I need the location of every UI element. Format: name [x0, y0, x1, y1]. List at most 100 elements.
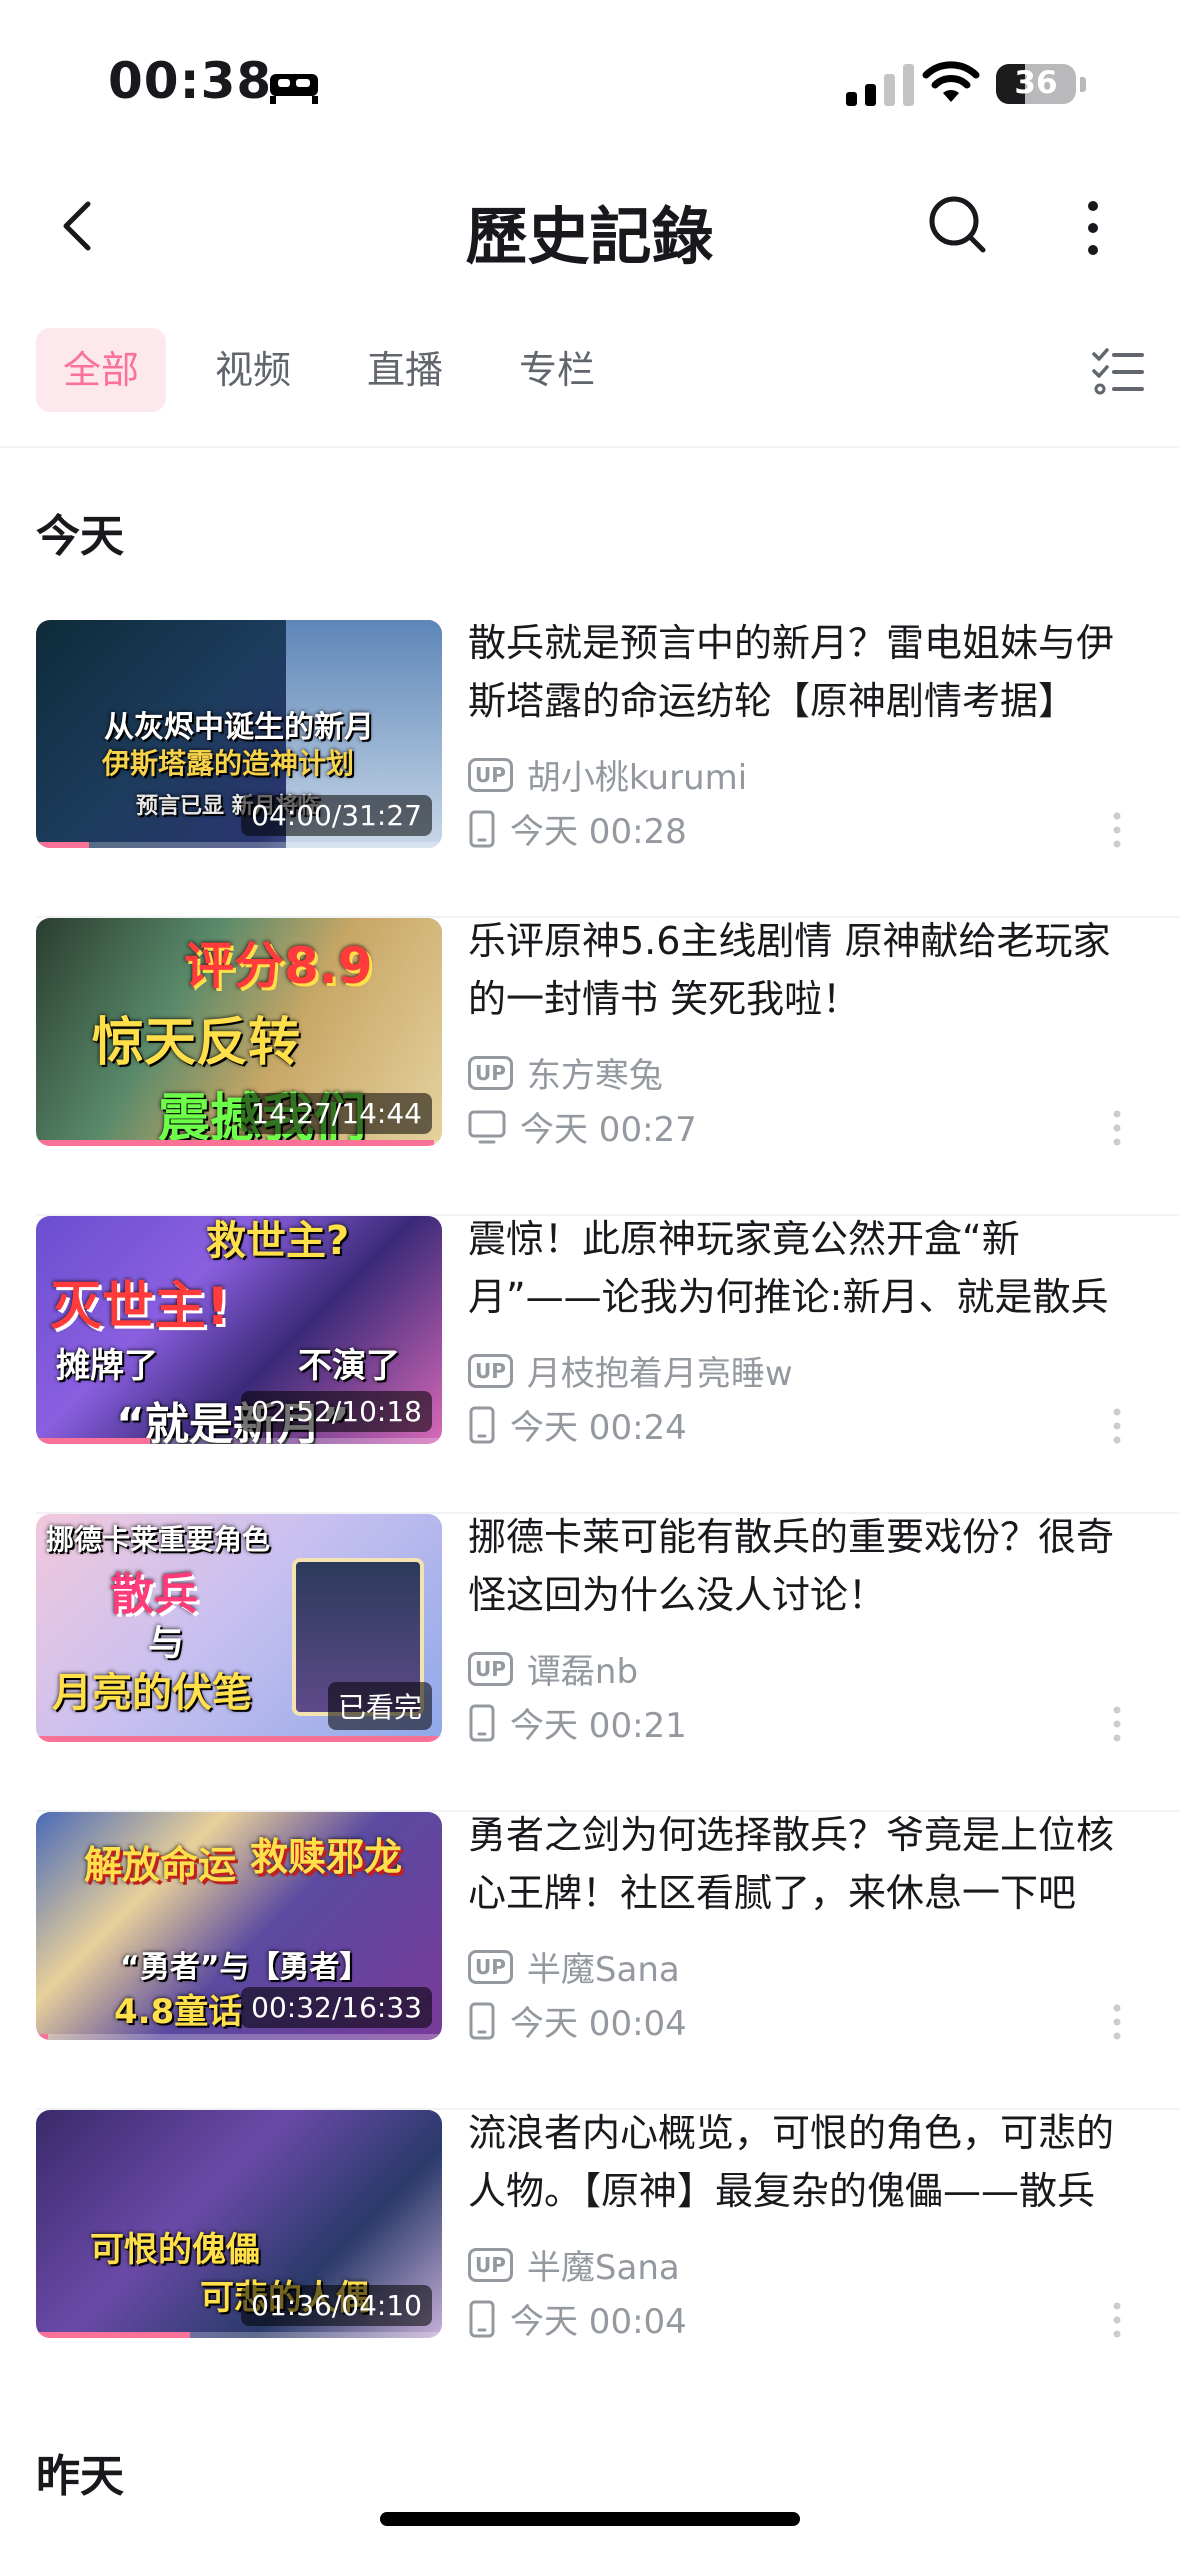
watch-progress-bar — [36, 842, 89, 848]
video-thumbnail[interactable]: 可恨的傀儡 可悲的人偶 01:36/04:10 — [36, 2110, 442, 2338]
video-title[interactable]: 挪德卡莱可能有散兵的重要戏份？很奇怪这回为什么没人讨论！ — [468, 1508, 1148, 1624]
watch-time: 今天 00:04 — [510, 2302, 687, 2342]
thumbnail-caption: 4.8童话 — [114, 1992, 243, 2032]
watch-progress-label: 04:00/31:27 — [241, 795, 432, 836]
video-title[interactable]: 勇者之剑为何选择散兵？爷竟是上位核心王牌！社区看腻了，来休息一下吧 — [468, 1806, 1148, 1922]
history-item[interactable]: 评分8.9 惊天反转 震撼我们 14:27/14:44 乐评原神5.6主线剧情 … — [0, 918, 1179, 1216]
video-thumbnail[interactable]: 从灰烬中诞生的新月 伊斯塔露的造神计划 预言已显 新月将临 04:00/31:2… — [36, 620, 442, 848]
battery-icon: 36 — [996, 64, 1076, 104]
watch-time-row: 今天 00:04 — [468, 2294, 687, 2343]
author-row: UP 东方寒兔 — [468, 1048, 663, 1097]
thumbnail-caption: 救世主? — [206, 1218, 350, 1264]
phone-icon — [469, 810, 495, 847]
watch-progress-bar — [36, 2332, 191, 2338]
item-more-icon[interactable] — [1110, 1704, 1124, 1744]
author-name[interactable]: 半魔Sana — [527, 1942, 680, 1991]
progress-track — [36, 2034, 442, 2040]
phone-icon — [469, 1406, 495, 1443]
watch-progress-bar — [36, 1736, 442, 1742]
progress-track — [36, 842, 442, 848]
thumbnail-caption: 不演了 — [298, 1346, 400, 1386]
watch-time: 今天 00:27 — [520, 1110, 697, 1150]
watch-progress-label: 14:27/14:44 — [241, 1093, 432, 1134]
author-row: UP 半魔Sana — [468, 1942, 680, 1991]
battery-level: 36 — [1014, 65, 1058, 101]
thumbnail-caption: 惊天反转 — [92, 1013, 301, 1073]
watch-time-row: 今天 00:21 — [468, 1698, 687, 1747]
item-more-icon[interactable] — [1110, 1108, 1124, 1148]
thumbnail-caption: 伊斯塔露的造神计划 — [102, 747, 355, 780]
watch-progress-label: 01:36/04:10 — [241, 2285, 432, 2326]
tab-column[interactable]: 专栏 — [492, 328, 622, 412]
section-header-today: 今天 — [36, 511, 124, 562]
battery-tip — [1080, 77, 1086, 92]
wifi-icon — [922, 61, 980, 102]
author-name[interactable]: 胡小桃kurumi — [527, 750, 747, 799]
video-title[interactable]: 流浪者内心概览，可恨的角色，可悲的人物。【原神】最复杂的傀儡——散兵 — [468, 2104, 1148, 2220]
history-item[interactable]: 解放命运 救赎邪龙 “勇者”与【勇者】 4.8童话 00:32/16:33 勇者… — [0, 1812, 1179, 2110]
video-title[interactable]: 散兵就是预言中的新月？雷电姐妹与伊斯塔露的命运纺轮【原神剧情考据】 — [468, 614, 1148, 730]
thumbnail-caption: 与 — [148, 1623, 185, 1664]
item-more-icon[interactable] — [1110, 810, 1124, 850]
video-thumbnail[interactable]: 解放命运 救赎邪龙 “勇者”与【勇者】 4.8童话 00:32/16:33 — [36, 1812, 442, 2040]
tab-video[interactable]: 视频 — [188, 328, 318, 412]
history-item[interactable]: 救世主? 灭世主! 摊牌了 不演了 “就是新月” 02:52/10:18 震惊！… — [0, 1216, 1179, 1514]
video-thumbnail[interactable]: 救世主? 灭世主! 摊牌了 不演了 “就是新月” 02:52/10:18 — [36, 1216, 442, 1444]
video-title[interactable]: 震惊！此原神玩家竟公然开盒“新月”——论我为何推论:新月、就是散兵 — [468, 1210, 1148, 1326]
author-name[interactable]: 谭磊nb — [527, 1644, 638, 1693]
video-thumbnail[interactable]: 挪德卡莱重要角色 散兵 与 月亮的伏笔 已看完 — [36, 1514, 442, 1742]
phone-icon — [469, 1704, 495, 1741]
watch-time-row: 今天 00:04 — [468, 1996, 687, 2045]
watch-progress-label: 已看完 — [327, 1682, 432, 1730]
author-name[interactable]: 月枝抱着月亮睡w — [527, 1346, 793, 1395]
item-more-icon[interactable] — [1110, 2002, 1124, 2042]
watch-time-row: 今天 00:24 — [468, 1400, 687, 1449]
tabs-divider — [0, 446, 1179, 448]
history-item[interactable]: 可恨的傀儡 可悲的人偶 01:36/04:10 流浪者内心概览，可恨的角色，可悲… — [0, 2110, 1179, 2408]
watch-progress-label: 02:52/10:18 — [241, 1391, 432, 1432]
thumbnail-caption: 摊牌了 — [56, 1346, 158, 1386]
watch-time-row: 今天 00:27 — [468, 1102, 697, 1151]
watch-time-row: 今天 00:28 — [468, 804, 687, 853]
author-row: UP 胡小桃kurumi — [468, 750, 747, 799]
nav-header: 歷史記錄 — [0, 170, 1179, 280]
up-badge-icon: UP — [468, 1353, 513, 1388]
thumbnail-caption: 灭世主! — [50, 1277, 230, 1337]
author-row: UP 月枝抱着月亮睡w — [468, 1346, 793, 1395]
watch-time: 今天 00:24 — [510, 1408, 687, 1448]
search-icon[interactable] — [925, 192, 991, 258]
up-badge-icon: UP — [468, 1651, 513, 1686]
up-badge-icon: UP — [468, 2247, 513, 2282]
item-more-icon[interactable] — [1110, 2300, 1124, 2340]
tab-all[interactable]: 全部 — [36, 328, 166, 412]
filter-tabs: 全部 视频 直播 专栏 — [0, 328, 1179, 418]
history-item[interactable]: 从灰烬中诞生的新月 伊斯塔露的造神计划 预言已显 新月将临 04:00/31:2… — [0, 620, 1179, 918]
up-badge-icon: UP — [468, 1949, 513, 1984]
author-name[interactable]: 东方寒兔 — [527, 1048, 663, 1097]
author-name[interactable]: 半魔Sana — [527, 2240, 680, 2289]
watch-progress-bar — [36, 1438, 150, 1444]
list-edit-icon[interactable] — [1090, 346, 1146, 396]
page-title: 歷史記錄 — [465, 200, 714, 273]
phone-icon — [469, 2002, 495, 2039]
watch-progress-bar — [36, 1140, 434, 1146]
more-options-icon[interactable] — [1080, 198, 1106, 258]
watch-progress-label: 00:32/16:33 — [241, 1987, 432, 2028]
thumbnail-caption: 可恨的傀儡 — [90, 2230, 260, 2270]
video-thumbnail[interactable]: 评分8.9 惊天反转 震撼我们 14:27/14:44 — [36, 918, 442, 1146]
history-item[interactable]: 挪德卡莱重要角色 散兵 与 月亮的伏笔 已看完 挪德卡莱可能有散兵的重要戏份？很… — [0, 1514, 1179, 1812]
video-title[interactable]: 乐评原神5.6主线剧情 原神献给老玩家的一封情书 笑死我啦！ — [468, 912, 1148, 1028]
status-bar: 00:38 36 — [0, 0, 1179, 150]
thumbnail-caption: 挪德卡莱重要角色 — [46, 1523, 271, 1556]
tab-live[interactable]: 直播 — [340, 328, 470, 412]
home-indicator[interactable] — [380, 2512, 800, 2526]
thumbnail-caption: 从灰烬中诞生的新月 — [104, 710, 374, 745]
thumbnail-caption: 评分8.9 — [184, 937, 373, 995]
author-row: UP 谭磊nb — [468, 1644, 638, 1693]
section-header-yesterday: 昨天 — [36, 2451, 124, 2502]
item-more-icon[interactable] — [1110, 1406, 1124, 1446]
thumbnail-caption: 救赎邪龙 — [250, 1835, 403, 1879]
watch-time: 今天 00:28 — [510, 812, 687, 852]
thumbnail-caption: 月亮的伏笔 — [52, 1670, 252, 1716]
phone-icon — [469, 2300, 495, 2337]
